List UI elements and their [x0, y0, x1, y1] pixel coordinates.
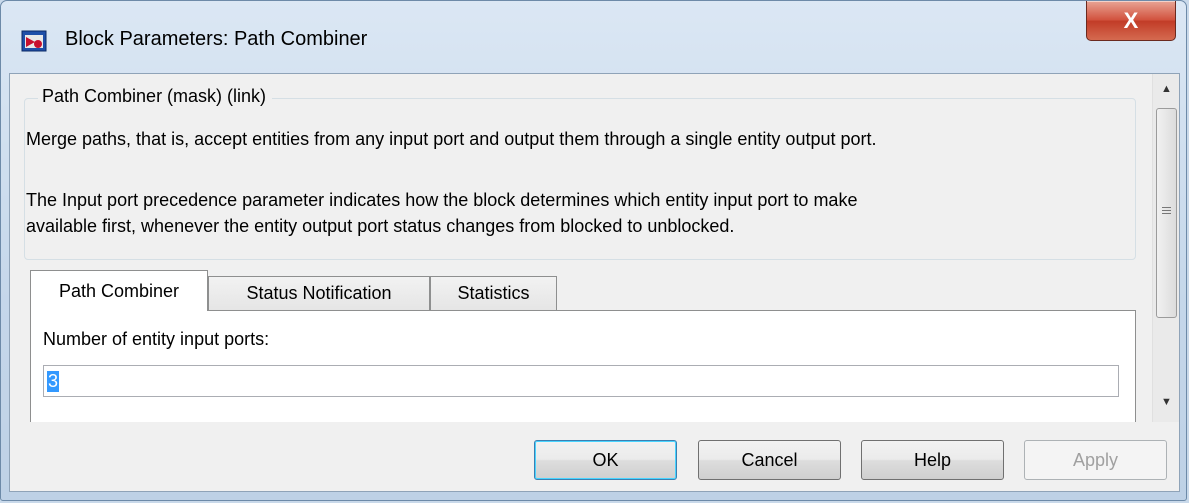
tab-statistics[interactable]: Statistics — [430, 276, 557, 310]
scroll-up-icon[interactable]: ▲ — [1153, 76, 1180, 102]
precedence-line-1: The Input port precedence parameter indi… — [26, 190, 858, 210]
parameters-scroll-area: Path Combiner (mask) (link) Merge paths,… — [10, 74, 1152, 422]
num-input-ports-input[interactable]: 3 — [43, 365, 1119, 397]
help-button[interactable]: Help — [861, 440, 1004, 480]
close-icon: X — [1123, 7, 1139, 33]
grip-icon — [1162, 207, 1171, 216]
precedence-line-2: available first, whenever the entity out… — [26, 216, 735, 236]
num-input-ports-label: Number of entity input ports: — [43, 329, 270, 349]
num-input-ports-value: 3 — [47, 370, 60, 392]
dialog-client-area: Path Combiner (mask) (link) Merge paths,… — [9, 73, 1180, 492]
simulink-block-icon — [21, 30, 47, 52]
mask-description-text: Merge paths, that is, accept entities fr… — [26, 129, 877, 149]
tab-path-combiner[interactable]: Path Combiner — [30, 270, 208, 311]
close-button[interactable]: X — [1086, 1, 1176, 41]
dialog-button-row: OK Cancel Help Apply — [10, 422, 1179, 492]
tab-status-notification[interactable]: Status Notification — [208, 276, 430, 310]
dialog-window: Block Parameters: Path Combiner X Path C… — [0, 0, 1187, 501]
scroll-down-icon[interactable]: ▼ — [1153, 389, 1180, 415]
mask-description-precedence: The Input port precedence parameter indi… — [26, 187, 857, 239]
ok-button[interactable]: OK — [534, 440, 677, 480]
window-title: Block Parameters: Path Combiner — [65, 28, 368, 50]
tab-panel-path-combiner: Number of entity input ports: 3 — [30, 310, 1136, 422]
mask-group-label: Path Combiner (mask) (link) — [38, 86, 273, 107]
scrollbar-thumb[interactable] — [1156, 108, 1177, 318]
title-bar[interactable]: Block Parameters: Path Combiner X — [1, 1, 1186, 79]
vertical-scrollbar[interactable]: ▲ ▼ — [1152, 74, 1179, 422]
cancel-button[interactable]: Cancel — [698, 440, 841, 480]
apply-button[interactable]: Apply — [1024, 440, 1167, 480]
